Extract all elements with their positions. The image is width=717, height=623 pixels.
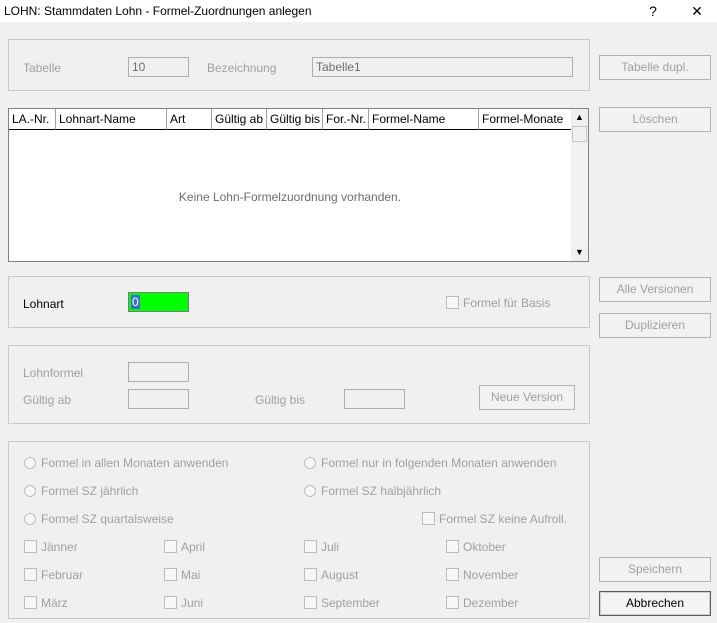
month-label-oktober: Oktober	[463, 540, 506, 554]
month-label-maerz: März	[41, 596, 68, 610]
lohnart-value: 0	[131, 295, 140, 309]
bezeichnung-label: Bezeichnung	[207, 61, 277, 75]
month-label-september: September	[321, 596, 380, 610]
gueltig-ab-field[interactable]	[128, 389, 189, 409]
month-label-august: August	[321, 568, 359, 582]
lohnformel-field[interactable]	[128, 362, 189, 382]
tabelle-label: Tabelle	[23, 61, 62, 75]
lohnart-label: Lohnart	[23, 297, 64, 311]
column-header-art[interactable]: Art	[167, 109, 212, 130]
month-checkbox-februar[interactable]	[24, 568, 37, 581]
gueltig-ab-label: Gültig ab	[23, 393, 72, 407]
month-checkbox-juli[interactable]	[304, 540, 317, 553]
empty-message: Keine Lohn-Formelzuordnung vorhanden.	[178, 190, 402, 204]
month-checkbox-mai[interactable]	[164, 568, 177, 581]
radio-sz-halfyearly[interactable]	[304, 485, 316, 497]
tabelle-dupl-button[interactable]: Tabelle dupl.	[599, 55, 711, 80]
loeschen-button[interactable]: Löschen	[599, 107, 711, 132]
sz-no-aufroll-checkbox[interactable]	[422, 512, 435, 525]
column-header-for-nr[interactable]: For.-Nr.	[323, 109, 369, 130]
scroll-down-button[interactable]: ▼	[571, 244, 588, 261]
column-header-lohnart-name[interactable]: Lohnart-Name	[56, 109, 167, 130]
month-label-juli: Juli	[321, 540, 340, 554]
alle-versionen-button[interactable]: Alle Versionen	[599, 277, 711, 302]
radio-sz-quarterly-label: Formel SZ quartalsweise	[41, 512, 174, 526]
radio-sz-halfyearly-label: Formel SZ halbjährlich	[321, 484, 442, 498]
month-label-februar: Februar	[41, 568, 84, 582]
gueltig-bis-label: Gültig bis	[255, 393, 306, 407]
window-title: LOHN: Stammdaten Lohn - Formel-Zuordnung…	[4, 4, 312, 18]
month-checkbox-maerz[interactable]	[24, 596, 37, 609]
radio-sz-quarterly[interactable]	[24, 513, 36, 525]
month-label-jaenner: Jänner	[41, 540, 78, 554]
column-header-formel-name[interactable]: Formel-Name	[369, 109, 479, 130]
neue-version-button[interactable]: Neue Version	[479, 385, 575, 410]
vertical-scrollbar[interactable]: ▲ ▼	[571, 109, 588, 261]
month-checkbox-april[interactable]	[164, 540, 177, 553]
close-button[interactable]: ✕	[677, 0, 717, 22]
lohnart-input[interactable]: 0	[128, 292, 189, 312]
tabelle-field[interactable]: 10	[128, 57, 189, 77]
column-header-gueltig-ab[interactable]: Gültig ab	[212, 109, 267, 130]
column-header-la-nr[interactable]: LA.-Nr.	[9, 109, 56, 130]
column-header-gueltig-bis[interactable]: Gültig bis	[267, 109, 323, 130]
month-label-november: November	[463, 568, 519, 582]
title-bar: LOHN: Stammdaten Lohn - Formel-Zuordnung…	[0, 0, 717, 22]
month-checkbox-juni[interactable]	[164, 596, 177, 609]
radio-following-months-label: Formel nur in folgenden Monaten anwenden	[321, 456, 557, 470]
gueltig-bis-field[interactable]	[344, 389, 405, 409]
month-checkbox-dezember[interactable]	[446, 596, 459, 609]
month-label-dezember: Dezember	[463, 596, 519, 610]
radio-sz-yearly-label: Formel SZ jährlich	[41, 484, 139, 498]
radio-all-months[interactable]	[24, 457, 36, 469]
month-checkbox-november[interactable]	[446, 568, 459, 581]
duplizieren-button[interactable]: Duplizieren	[599, 313, 711, 338]
bezeichnung-field[interactable]: Tabelle1	[312, 57, 573, 77]
help-button[interactable]: ?	[633, 0, 673, 22]
lohnformel-label: Lohnformel	[23, 366, 84, 380]
radio-sz-yearly[interactable]	[24, 485, 36, 497]
month-checkbox-oktober[interactable]	[446, 540, 459, 553]
column-header-formel-monate[interactable]: Formel-Monate	[479, 109, 571, 130]
scroll-thumb[interactable]	[572, 126, 587, 142]
formel-basis-checkbox[interactable]	[446, 296, 459, 309]
close-icon: ✕	[691, 3, 703, 19]
month-label-juni: Juni	[181, 596, 204, 610]
radio-following-months[interactable]	[304, 457, 316, 469]
month-checkbox-jaenner[interactable]	[24, 540, 37, 553]
formula-assignment-table[interactable]: LA.-Nr. Lohnart-Name Art Gültig ab Gülti…	[8, 108, 589, 262]
month-checkbox-august[interactable]	[304, 568, 317, 581]
radio-all-months-label: Formel in allen Monaten anwenden	[41, 456, 229, 470]
month-label-april: April	[181, 540, 206, 554]
scroll-up-button[interactable]: ▲	[571, 109, 588, 126]
arrow-up-icon: ▲	[575, 112, 584, 122]
month-checkbox-september[interactable]	[304, 596, 317, 609]
formel-basis-label: Formel für Basis	[463, 296, 551, 310]
month-label-mai: Mai	[181, 568, 201, 582]
speichern-button[interactable]: Speichern	[599, 557, 711, 582]
abbrechen-button[interactable]: Abbrechen	[599, 591, 711, 616]
arrow-down-icon: ▼	[575, 247, 584, 257]
sz-no-aufroll-label: Formel SZ keine Aufroll.	[439, 512, 568, 526]
